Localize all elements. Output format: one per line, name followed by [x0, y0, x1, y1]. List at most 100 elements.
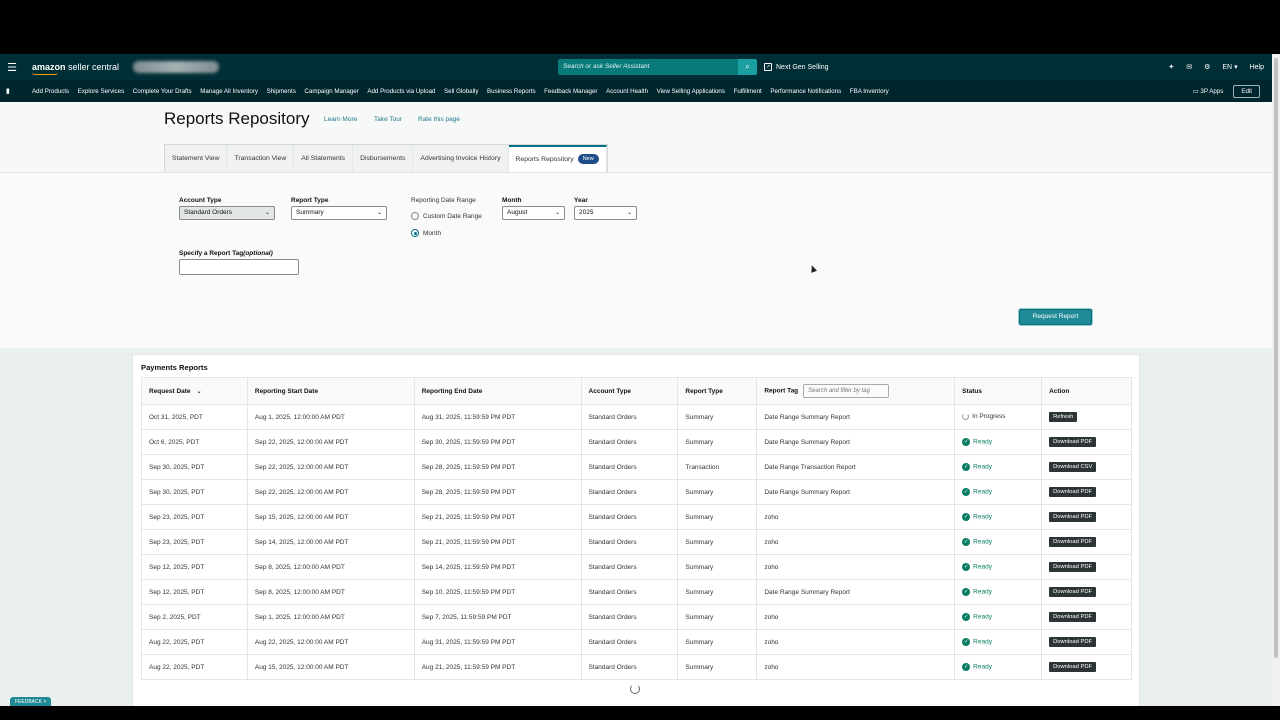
download-button[interactable]: Download CSV — [1049, 462, 1097, 472]
report-type-cell: Transaction — [677, 454, 758, 480]
download-button[interactable]: Download PDF — [1049, 562, 1097, 572]
tab-reports-repository[interactable]: Reports Repository New — [508, 145, 607, 172]
download-button[interactable]: Download PDF — [1049, 512, 1097, 522]
report-tag-input[interactable] — [179, 259, 299, 275]
start-date-cell: Sep 22, 2025, 12:00:00 AM PDT — [246, 479, 415, 505]
request-date-cell: Aug 22, 2025, PDT — [141, 654, 248, 680]
apps-link[interactable]: ▭ 3P Apps — [1193, 88, 1224, 95]
nav-item[interactable]: Complete Your Drafts — [133, 88, 192, 95]
month-radio[interactable]: Month — [411, 229, 441, 237]
nav-bar: ▮ Add Products Explore Services Complete… — [0, 80, 1280, 102]
status-label: Ready — [973, 438, 992, 446]
table-header-row: Request Date ⌄ Reporting Start Date Repor… — [141, 377, 1132, 405]
payments-reports-card: Payments Reports Request Date ⌄ Reporting… — [132, 354, 1140, 706]
nav-item[interactable]: Add Products — [32, 88, 69, 95]
tab-advertising-invoice-history[interactable]: Advertising Invoice History — [413, 145, 509, 172]
table-row: Sep 12, 2025, PDT Sep 8, 2025, 12:00:00 A… — [141, 554, 1132, 580]
search-icon: ⌕ — [745, 62, 750, 71]
download-button[interactable]: Download PDF — [1049, 612, 1097, 622]
col-request-date-label: Request Date — [149, 387, 191, 395]
account-type-value: Standard Orders — [184, 209, 233, 216]
nav-item[interactable]: Account Health — [606, 88, 648, 95]
status-label: Ready — [973, 663, 992, 671]
end-date-cell: Sep 10, 2025, 11:59:59 PM PDT — [413, 579, 582, 605]
nav-item[interactable]: Campaign Manager — [304, 88, 358, 95]
nav-item[interactable]: View Selling Applications — [657, 88, 725, 95]
check-circle-icon: ✓ — [962, 588, 971, 596]
nav-item[interactable]: Add Products via Upload — [367, 88, 435, 95]
download-button[interactable]: Download PDF — [1049, 437, 1097, 447]
tab-transaction-view[interactable]: Transaction View — [227, 145, 295, 172]
report-tag-cell: Date Range Transaction Report — [756, 454, 956, 480]
action-cell: Download PDF — [1041, 554, 1132, 580]
end-date-cell: Sep 30, 2025, 11:59:59 PM PDT — [413, 429, 582, 455]
report-tag-cell: zoho — [756, 554, 956, 580]
tab-disbursements[interactable]: Disbursements — [353, 145, 414, 172]
nav-item[interactable]: FBA Inventory — [850, 88, 889, 95]
check-circle-icon: ✓ — [962, 563, 971, 571]
next-gen-selling-link[interactable]: ↗ Next Gen Selling — [764, 54, 829, 80]
language-selector[interactable]: EN ▾ — [1222, 63, 1237, 71]
table-row: Sep 2, 2025, PDT Sep 1, 2025, 12:00:00 AM… — [141, 604, 1132, 630]
refresh-button[interactable]: Refresh — [1049, 412, 1078, 422]
download-button[interactable]: Download PDF — [1049, 587, 1097, 597]
nav-item[interactable]: Explore Services — [78, 88, 124, 95]
download-button[interactable]: Download PDF — [1049, 662, 1097, 672]
rate-page-link[interactable]: Rate this page — [418, 116, 460, 123]
start-date-cell: Sep 22, 2025, 12:00:00 AM PDT — [246, 429, 415, 455]
nav-item[interactable]: Shipments — [267, 88, 296, 95]
nav-item[interactable]: Manage All Inventory — [200, 88, 258, 95]
end-date-cell: Aug 21, 2025, 11:59:59 PM PDT — [413, 654, 582, 680]
sort-down-icon[interactable]: ⌄ — [197, 389, 202, 395]
col-request-date[interactable]: Request Date ⌄ — [141, 377, 248, 405]
request-report-button[interactable]: Request Report — [1019, 309, 1092, 325]
tab-statement-view[interactable]: Statement View — [165, 145, 228, 172]
logo[interactable]: amazon seller central — [32, 62, 119, 75]
end-date-cell: Sep 28, 2025, 11:59:59 PM PDT — [413, 479, 582, 505]
tab-all-statements[interactable]: All Statements — [294, 145, 354, 172]
month-label: Month — [502, 197, 522, 204]
nav-item[interactable]: Performance Notifications — [770, 88, 841, 95]
sparkle-icon[interactable]: ✦ — [1168, 63, 1174, 71]
tab-reports-repository-label: Reports Repository — [515, 156, 574, 163]
tag-filter-input[interactable]: Search and filter by tag — [803, 384, 890, 398]
custom-range-label: Custom Date Range — [423, 212, 482, 220]
nav-item[interactable]: Feedback Manager — [544, 88, 597, 95]
gear-icon[interactable]: ⚙ — [1204, 63, 1210, 71]
account-switcher-blurred[interactable] — [133, 61, 220, 73]
nav-item[interactable]: Sell Globally — [444, 88, 478, 95]
learn-more-link[interactable]: Learn More — [324, 116, 357, 123]
help-link[interactable]: Help — [1250, 64, 1264, 71]
scrollbar[interactable] — [1272, 54, 1280, 706]
scrollbar-thumb[interactable] — [1274, 58, 1278, 658]
logo-brand: amazon — [32, 62, 66, 72]
download-button[interactable]: Download PDF — [1049, 637, 1097, 647]
edit-button[interactable]: Edit — [1233, 84, 1260, 98]
search-input[interactable]: Search or ask Seller Assistant — [558, 59, 738, 75]
custom-date-range-radio[interactable]: Custom Date Range — [411, 212, 482, 220]
bookmark-icon[interactable]: ▮ — [6, 87, 32, 95]
nav-item[interactable]: Fulfillment — [734, 88, 762, 95]
menu-icon[interactable]: ☰ — [0, 54, 24, 80]
nav-item[interactable]: Business Reports — [487, 88, 536, 95]
download-button[interactable]: Download PDF — [1049, 487, 1097, 497]
action-cell: Download PDF — [1041, 579, 1132, 605]
download-button[interactable]: Download PDF — [1049, 537, 1097, 547]
year-select[interactable]: 2025 ⌄ — [574, 206, 637, 220]
month-select[interactable]: August ⌄ — [502, 206, 565, 220]
report-tag-label-text: Specify a Report Tag — [179, 250, 244, 257]
request-date-cell: Sep 12, 2025, PDT — [141, 554, 248, 580]
feedback-button[interactable]: FEEDBACK × — [10, 697, 52, 706]
table-row: Sep 23, 2025, PDT Sep 15, 2025, 12:00:00 … — [141, 504, 1132, 530]
account-type-cell: Standard Orders — [580, 604, 679, 630]
take-tour-link[interactable]: Take Tour — [374, 116, 402, 123]
chevron-down-icon: ⌄ — [376, 210, 382, 216]
search-button[interactable]: ⌕ — [738, 59, 757, 75]
year-value: 2025 — [579, 209, 594, 216]
mail-icon[interactable]: ✉ — [1186, 63, 1192, 71]
request-date-cell: Sep 23, 2025, PDT — [141, 504, 248, 530]
report-type-select[interactable]: Summary ⌄ — [291, 206, 387, 220]
account-type-select[interactable]: Standard Orders ⌄ — [179, 206, 275, 220]
external-link-icon: ↗ — [764, 63, 772, 71]
report-type-cell: Summary — [677, 604, 758, 630]
